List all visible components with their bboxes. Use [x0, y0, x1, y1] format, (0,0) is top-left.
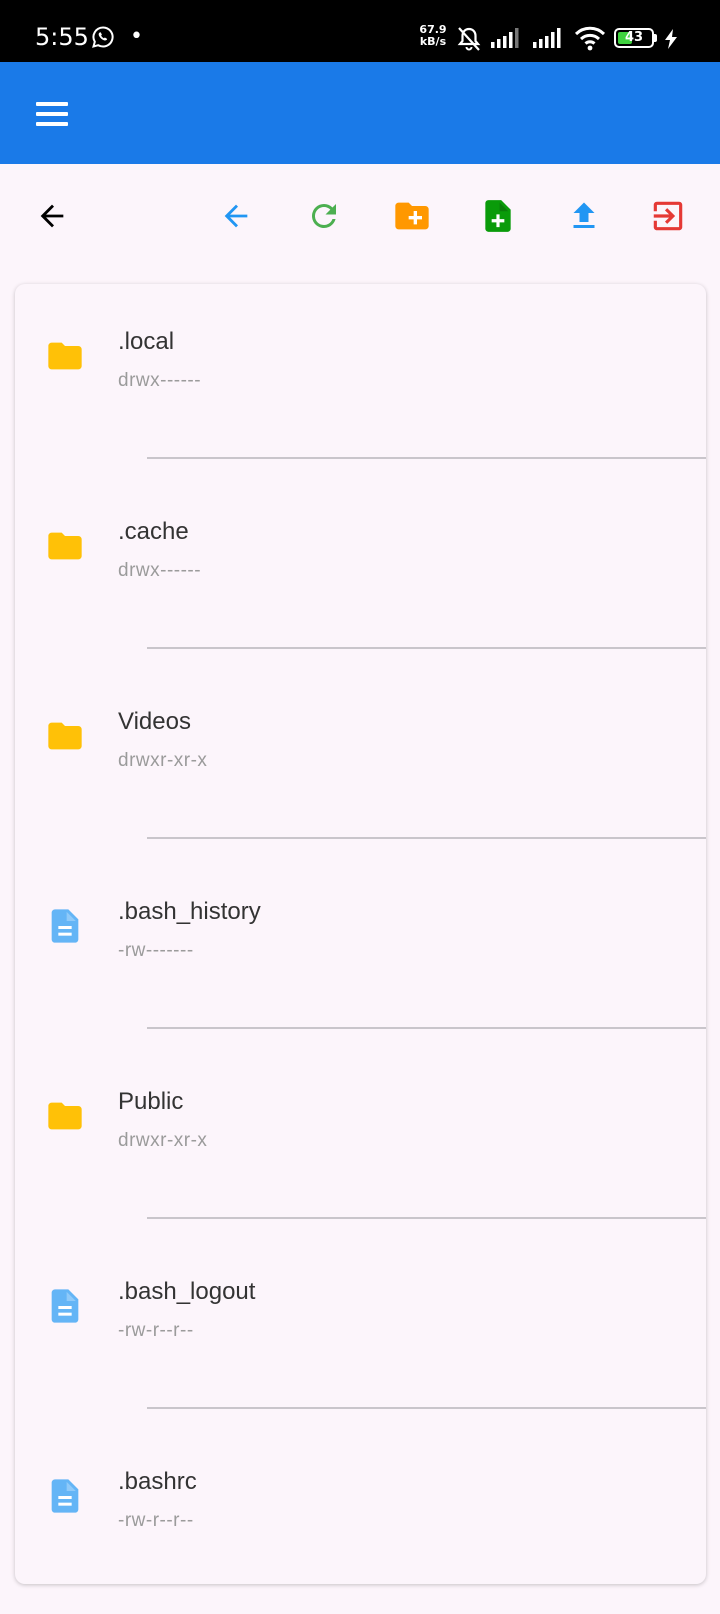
logout-icon	[653, 201, 683, 231]
arrow-left-icon	[40, 204, 64, 228]
notification-dot: •	[130, 24, 143, 49]
file-permissions: drwxr-xr-x	[118, 1130, 208, 1151]
file-toolbar	[0, 164, 720, 268]
signal-icon	[533, 28, 563, 52]
whatsapp-icon	[91, 25, 115, 53]
new-file-button[interactable]	[478, 196, 518, 236]
file-icon	[51, 909, 79, 943]
folder-icon	[48, 722, 82, 750]
list-item[interactable]: .bash_logout -rw-r--r--	[15, 1234, 706, 1424]
network-speed-unit: kB/s	[419, 35, 447, 48]
file-name: .bash_logout	[118, 1278, 256, 1305]
list-item[interactable]: Public drwxr-xr-x	[15, 1044, 706, 1234]
signal-icon	[491, 28, 519, 52]
upload-icon	[573, 202, 595, 228]
file-icon	[51, 1289, 79, 1323]
create-folder-icon	[395, 202, 429, 230]
hamburger-menu-icon[interactable]	[36, 102, 68, 126]
divider	[147, 1407, 706, 1409]
charging-bolt-icon	[664, 29, 678, 53]
divider	[147, 1027, 706, 1029]
list-item[interactable]: Videos drwxr-xr-x	[15, 664, 706, 854]
list-item[interactable]: .local drwx------	[15, 284, 706, 474]
back-button[interactable]	[32, 196, 72, 236]
new-folder-button[interactable]	[392, 196, 432, 236]
file-permissions: drwxr-xr-x	[118, 750, 208, 771]
file-icon	[51, 1479, 79, 1513]
bell-off-icon	[455, 26, 483, 56]
upload-button[interactable]	[564, 196, 604, 236]
list-item[interactable]: .cache drwx------	[15, 474, 706, 664]
divider	[147, 647, 706, 649]
file-list: .local drwx------ .cache drwx------ Vide…	[15, 284, 706, 1584]
divider	[147, 837, 706, 839]
app-bar	[0, 62, 720, 164]
status-bar: 5:55 • 67.9 kB/s 43	[0, 0, 720, 62]
divider	[147, 457, 706, 459]
note-add-icon	[485, 200, 511, 232]
file-permissions: -rw-------	[118, 940, 194, 961]
arrow-left-icon	[224, 204, 248, 228]
parent-directory-button[interactable]	[216, 196, 256, 236]
file-permissions: drwx------	[118, 560, 202, 581]
list-item[interactable]: .bash_history -rw-------	[15, 854, 706, 1044]
refresh-button[interactable]	[304, 196, 344, 236]
refresh-icon	[311, 203, 336, 228]
battery-icon: 43	[614, 28, 654, 48]
wifi-icon	[574, 25, 606, 55]
file-name: .bashrc	[118, 1468, 197, 1495]
file-name: Videos	[118, 708, 191, 735]
file-permissions: -rw-r--r--	[118, 1510, 194, 1531]
folder-icon	[48, 342, 82, 370]
network-speed: 67.9 kB/s	[416, 24, 450, 48]
file-permissions: drwx------	[118, 370, 202, 391]
divider	[147, 1217, 706, 1219]
battery-level: 43	[624, 30, 644, 45]
folder-icon	[48, 532, 82, 560]
file-permissions: -rw-r--r--	[118, 1320, 194, 1341]
battery-tip	[654, 34, 657, 42]
status-time: 5:55	[35, 23, 89, 51]
file-name: .bash_history	[118, 898, 261, 925]
exit-button[interactable]	[648, 196, 688, 236]
file-name: .local	[118, 328, 175, 355]
file-name: .cache	[118, 518, 189, 545]
folder-icon	[48, 1102, 82, 1130]
list-item[interactable]: .bashrc -rw-r--r--	[15, 1424, 706, 1614]
file-name: Public	[118, 1088, 184, 1115]
